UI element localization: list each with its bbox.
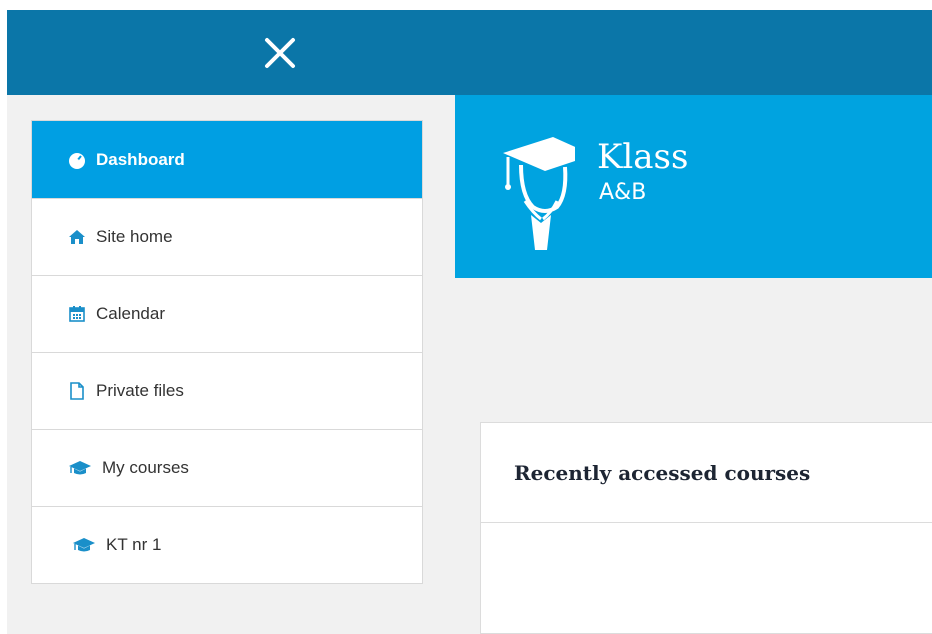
nav-item-calendar[interactable]: Calendar [32,275,422,352]
nav-item-label: My courses [102,458,189,477]
close-drawer-button[interactable] [257,30,303,76]
main-region: Klass A&B Recently accessed courses [455,95,932,634]
nav-list: Dashboard Site home Calendar Private fil… [31,120,423,584]
brand-header: Klass A&B [455,95,932,278]
graduation-cap-icon [72,536,96,554]
graduation-cap-icon [68,459,92,477]
recent-courses-card: Recently accessed courses [480,422,932,634]
nav-item-private-files[interactable]: Private files [32,352,422,429]
card-title: Recently accessed courses [514,460,811,485]
home-icon [68,228,86,246]
dashboard-icon [68,151,86,169]
nav-item-dashboard[interactable]: Dashboard [32,121,422,198]
nav-item-my-courses[interactable]: My courses [32,429,422,506]
card-header: Recently accessed courses [481,423,932,523]
nav-item-label: Dashboard [96,149,185,169]
calendar-icon [68,305,86,323]
brand-name: Klass [597,137,689,177]
top-bar [7,10,932,95]
nav-item-course-kt-nr-1[interactable]: KT nr 1 [32,506,422,583]
nav-item-site-home[interactable]: Site home [32,198,422,275]
graduate-logo [503,137,575,250]
nav-item-label: KT nr 1 [106,535,162,554]
nav-drawer: Dashboard Site home Calendar Private fil… [7,95,455,634]
nav-item-label: Calendar [96,304,165,323]
brand-subtitle: A&B [599,180,647,205]
file-icon [68,382,86,400]
nav-item-label: Site home [96,227,173,246]
close-icon [265,38,295,68]
nav-item-label: Private files [96,381,184,400]
